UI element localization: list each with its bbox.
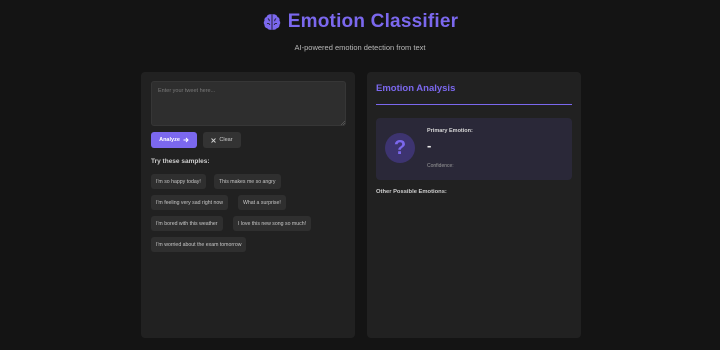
primary-emotion-card: ? Primary Emotion: - Confidence: xyxy=(376,118,572,180)
analysis-panel: Emotion Analysis ? Primary Emotion: - Co… xyxy=(367,72,581,338)
tweet-input[interactable] xyxy=(151,81,346,126)
resize-grip-icon[interactable] xyxy=(341,121,345,125)
arrow-right-icon xyxy=(183,137,189,143)
app-title: Emotion Classifier xyxy=(287,11,459,32)
close-icon xyxy=(211,137,217,143)
clear-button-label: Clear xyxy=(219,137,233,143)
sample-chip[interactable]: I'm worried about the exam tomorrow xyxy=(151,237,247,252)
confidence-label: Confidence: xyxy=(427,163,454,169)
question-mark-icon: ? xyxy=(393,137,407,159)
analysis-title: Emotion Analysis xyxy=(376,83,456,94)
emotion-avatar: ? xyxy=(385,133,415,163)
samples-heading: Try these samples: xyxy=(151,158,210,165)
other-emotions-heading: Other Possible Emotions: xyxy=(376,189,447,195)
primary-emotion-label: Primary Emotion: xyxy=(427,128,473,134)
clear-button[interactable]: Clear xyxy=(203,132,241,148)
analyze-button[interactable]: Analyze xyxy=(151,132,197,148)
primary-emotion-value: - xyxy=(427,138,432,153)
sample-chip[interactable]: I'm feeling very sad right now xyxy=(151,195,229,210)
divider xyxy=(376,104,572,105)
sample-chip[interactable]: I'm so happy today! xyxy=(151,174,206,189)
analyze-button-label: Analyze xyxy=(159,137,180,143)
sample-chip[interactable]: This makes me so angry xyxy=(214,174,281,189)
app-subtitle: AI-powered emotion detection from text xyxy=(294,43,426,52)
app-header: Emotion Classifier xyxy=(0,11,720,33)
sample-chip[interactable]: I'm bored with this weather xyxy=(151,216,223,231)
brain-icon xyxy=(263,14,281,30)
sample-chip[interactable]: What a surprise! xyxy=(238,195,286,210)
input-panel: Analyze Clear Try these samples: I'm so … xyxy=(141,72,355,338)
sample-chip[interactable]: I love this new song so much! xyxy=(233,216,312,231)
